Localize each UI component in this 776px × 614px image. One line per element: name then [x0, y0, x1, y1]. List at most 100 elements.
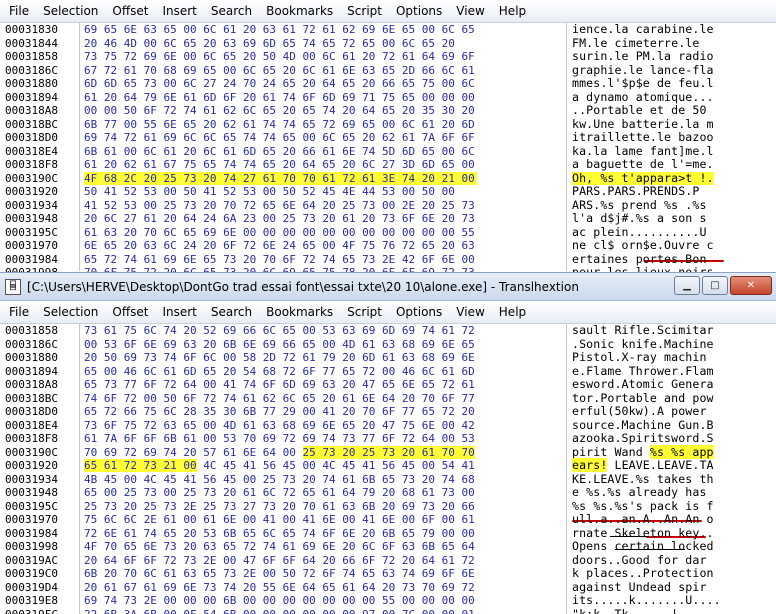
close-icon[interactable]: ✕: [730, 276, 772, 295]
hex-row[interactable]: 000318BC6B 77 00 55 6E 65 20 62 61 74 74…: [0, 118, 776, 132]
ascii-text[interactable]: its.....k.......U....: [572, 594, 721, 608]
hex-bytes[interactable]: 65 72 74 61 69 6E 65 73 20 70 6F 72 74 6…: [84, 253, 475, 267]
hex-bytes[interactable]: 65 61 72 73 21 00 4C 45 41 56 45 00 4C 4…: [84, 459, 475, 473]
hex-bytes[interactable]: 61 20 62 61 67 75 65 74 74 65 20 64 65 2…: [84, 158, 475, 172]
top-menu-bookmarks[interactable]: Bookmarks: [259, 0, 340, 22]
hex-bytes[interactable]: 20 6C 27 61 20 64 24 6A 23 00 25 73 20 6…: [84, 212, 475, 226]
hex-bytes[interactable]: 50 41 52 53 00 50 41 52 53 00 50 52 45 4…: [84, 185, 455, 199]
ascii-text[interactable]: KE.LEAVE.%s takes th: [572, 473, 714, 487]
hex-bytes[interactable]: 4B 45 00 4C 45 41 56 45 00 25 73 20 74 6…: [84, 473, 475, 487]
ascii-text[interactable]: Oh, %s t'appara>t !.: [572, 172, 714, 186]
ascii-text[interactable]: %s %s.%s's pack is f: [572, 500, 714, 514]
ascii-text[interactable]: doors..Good for dar: [572, 554, 707, 568]
hex-row[interactable]: 000319C06B 20 70 6C 61 63 65 73 2E 00 50…: [0, 567, 776, 581]
ascii-text[interactable]: k places..Protection: [572, 567, 714, 581]
highlighted-bytes[interactable]: 65 61 72 73 21 00: [84, 459, 197, 472]
hex-view-bottom[interactable]: 0003185873 61 75 6C 74 20 52 69 66 6C 65…: [0, 324, 776, 614]
hex-row[interactable]: 0003190C4F 68 2C 20 25 73 20 74 27 61 70…: [0, 172, 776, 186]
hex-row[interactable]: 0003194865 00 25 73 00 25 73 20 61 6C 72…: [0, 486, 776, 500]
highlighted-text[interactable]: ears!: [572, 458, 607, 472]
hex-row[interactable]: 0003197075 6C 6C 2E 61 00 61 6E 00 41 00…: [0, 513, 776, 527]
hex-bytes[interactable]: 65 00 25 73 00 25 73 20 61 6C 72 65 61 6…: [84, 486, 475, 500]
hex-row[interactable]: 0003198472 6E 61 74 65 20 53 6B 65 6C 65…: [0, 527, 776, 541]
ascii-text[interactable]: .Sonic knife.Machine: [572, 338, 714, 352]
hex-bytes[interactable]: 25 73 20 25 73 2E 25 73 27 73 20 70 61 6…: [84, 500, 475, 514]
hex-bytes[interactable]: 20 61 67 61 69 6E 73 74 20 55 6E 64 65 6…: [84, 581, 475, 595]
ascii-text[interactable]: l'a d$j#.%s a son s: [572, 212, 707, 226]
top-menu-file[interactable]: File: [2, 0, 36, 22]
hex-view-top[interactable]: 0003183069 65 6E 63 65 00 6C 61 20 63 61…: [0, 23, 776, 271]
hex-row[interactable]: 0003189461 20 64 79 6E 61 6D 6F 20 61 74…: [0, 91, 776, 105]
hex-bytes[interactable]: 61 63 20 70 6C 65 69 6E 00 00 00 00 00 0…: [84, 226, 475, 240]
hex-row[interactable]: 0003189465 00 46 6C 61 6D 65 20 54 68 72…: [0, 365, 776, 379]
hex-bytes[interactable]: 73 6F 75 72 63 65 00 4D 61 63 68 69 6E 6…: [84, 419, 475, 433]
hex-row[interactable]: 000318F861 7A 6F 6F 6B 61 00 53 70 69 72…: [0, 432, 776, 446]
hex-bytes[interactable]: 4F 70 65 6E 73 20 63 65 72 74 61 69 6E 2…: [84, 540, 475, 554]
hex-bytes[interactable]: 20 64 6F 6F 72 73 2E 00 47 6F 6F 64 20 6…: [84, 554, 475, 568]
hex-bytes[interactable]: 20 50 69 73 74 6F 6C 00 58 2D 72 61 79 2…: [84, 351, 475, 365]
ascii-text[interactable]: azooka.Spiritsword.S: [572, 432, 714, 446]
hex-bytes[interactable]: 41 52 53 00 25 73 20 70 72 65 6E 64 20 2…: [84, 199, 475, 213]
ascii-text[interactable]: ..Portable et de 50: [572, 104, 707, 118]
hex-bytes[interactable]: 70 69 72 69 74 20 57 61 6E 64 00 25 73 2…: [84, 446, 475, 460]
bottom-menu-view[interactable]: View: [449, 301, 491, 323]
top-menu-options[interactable]: Options: [389, 0, 449, 22]
top-menu-search[interactable]: Search: [204, 0, 259, 22]
highlighted-text[interactable]: %s %s app: [650, 445, 714, 459]
hex-bytes[interactable]: 73 75 72 69 6E 00 6C 65 20 50 4D 00 6C 6…: [84, 50, 475, 64]
hex-bytes[interactable]: 22 6B 3A 6B 00 0F 54 6B 00 00 00 00 00 0…: [84, 608, 475, 614]
top-menu-insert[interactable]: Insert: [155, 0, 203, 22]
bottom-menu-file[interactable]: File: [2, 301, 36, 323]
bottom-menu-selection[interactable]: Selection: [36, 301, 105, 323]
ascii-text[interactable]: a baguette de l'=me.: [572, 158, 714, 172]
hex-bytes[interactable]: 6B 77 00 55 6E 65 20 62 61 74 74 65 72 6…: [84, 118, 475, 132]
ascii-text[interactable]: PARS.PARS.PRENDS.P: [572, 185, 699, 199]
hex-row[interactable]: 000318D069 74 72 61 69 6C 6C 65 74 74 65…: [0, 131, 776, 145]
hex-bytes[interactable]: 65 00 46 6C 61 6D 65 20 54 68 72 6F 77 6…: [84, 365, 475, 379]
hex-bytes[interactable]: 6E 65 20 63 6C 24 20 6F 72 6E 24 65 00 4…: [84, 239, 475, 253]
hex-bytes[interactable]: 00 00 50 6F 72 74 61 62 6C 65 20 65 74 2…: [84, 104, 475, 118]
hex-bytes[interactable]: 69 74 72 61 69 6C 6C 65 74 74 65 00 6C 6…: [84, 131, 475, 145]
hex-row[interactable]: 0003192065 61 72 73 21 00 4C 45 41 56 45…: [0, 459, 776, 473]
hex-row[interactable]: 000319AC20 64 6F 6F 72 73 2E 00 47 6F 6F…: [0, 554, 776, 568]
hex-row[interactable]: 000318F861 20 62 61 67 75 65 74 74 65 20…: [0, 158, 776, 172]
hex-bytes[interactable]: 4F 68 2C 20 25 73 20 74 27 61 70 70 61 7…: [84, 172, 477, 186]
ascii-text[interactable]: Opens certain locked: [572, 540, 714, 554]
ascii-text[interactable]: kw.Une batterie.la m: [572, 118, 714, 132]
hex-bytes[interactable]: 61 20 64 79 6E 61 6D 6F 20 61 74 6F 6D 6…: [84, 91, 475, 105]
minimize-icon[interactable]: ▁: [674, 276, 700, 295]
hex-bytes[interactable]: 74 6F 72 00 50 6F 72 74 61 62 6C 65 20 6…: [84, 392, 475, 406]
ascii-text[interactable]: surin.le PM.la radio: [572, 50, 714, 64]
bottom-menu-help[interactable]: Help: [492, 301, 533, 323]
hex-row[interactable]: 000319344B 45 00 4C 45 41 56 45 00 25 73…: [0, 473, 776, 487]
hex-row[interactable]: 0003183069 65 6E 63 65 00 6C 61 20 63 61…: [0, 23, 776, 37]
ascii-text[interactable]: e %s.%s already has: [572, 486, 707, 500]
hex-row[interactable]: 0003188020 50 69 73 74 6F 6C 00 58 2D 72…: [0, 351, 776, 365]
hex-bytes[interactable]: 69 74 73 2E 00 00 00 6B 00 00 00 00 00 0…: [84, 594, 475, 608]
hex-row[interactable]: 000318E46B 61 00 6C 61 20 6C 61 6D 65 20…: [0, 145, 776, 159]
hex-row[interactable]: 000318A865 73 77 6F 72 64 00 41 74 6F 6D…: [0, 378, 776, 392]
bottom-menu-insert[interactable]: Insert: [155, 301, 203, 323]
highlighted-bytes[interactable]: 25 73 20 25 73 20 61 70 70: [303, 446, 475, 459]
hex-row[interactable]: 000319984F 70 65 6E 73 20 63 65 72 74 61…: [0, 540, 776, 554]
hex-bytes[interactable]: 65 73 77 6F 72 64 00 41 74 6F 6D 69 63 2…: [84, 378, 475, 392]
ascii-text[interactable]: "k:k..Tk......|.....: [572, 608, 714, 614]
hex-bytes[interactable]: 6D 6D 65 73 00 6C 27 24 70 24 65 20 64 6…: [84, 77, 475, 91]
hex-bytes[interactable]: 72 6E 61 74 65 20 53 6B 65 6C 65 74 6F 6…: [84, 527, 475, 541]
ascii-text[interactable]: FM.le cimeterre.le: [572, 37, 699, 51]
hex-row[interactable]: 000318E473 6F 75 72 63 65 00 4D 61 63 68…: [0, 419, 776, 433]
ascii-text[interactable]: source.Machine Gun.B: [572, 419, 714, 433]
ascii-text[interactable]: ears! LEAVE.LEAVE.TA: [572, 459, 714, 473]
ascii-text[interactable]: ac plein..........U: [572, 226, 707, 240]
hex-row[interactable]: 0003193441 52 53 00 25 73 20 70 72 65 6E…: [0, 199, 776, 213]
hex-row[interactable]: 0003190C70 69 72 69 74 20 57 61 6E 64 00…: [0, 446, 776, 460]
hex-bytes[interactable]: 20 46 4D 00 6C 65 20 63 69 6D 65 74 65 7…: [84, 37, 455, 51]
hex-row[interactable]: 000318D065 72 66 75 6C 28 35 30 6B 77 29…: [0, 405, 776, 419]
ascii-text[interactable]: ARS.%s prend %s .%s: [572, 199, 707, 213]
ascii-text[interactable]: ka.la lame fant]me.l: [572, 145, 714, 159]
hex-row[interactable]: 000319D420 61 67 61 69 6E 73 74 20 55 6E…: [0, 581, 776, 595]
bottom-menu-offset[interactable]: Offset: [105, 301, 155, 323]
ascii-text[interactable]: e.Flame Thrower.Flam: [572, 365, 714, 379]
hex-row[interactable]: 0003184420 46 4D 00 6C 65 20 63 69 6D 65…: [0, 37, 776, 51]
ascii-text[interactable]: ertaines portes.Bon: [572, 253, 707, 267]
